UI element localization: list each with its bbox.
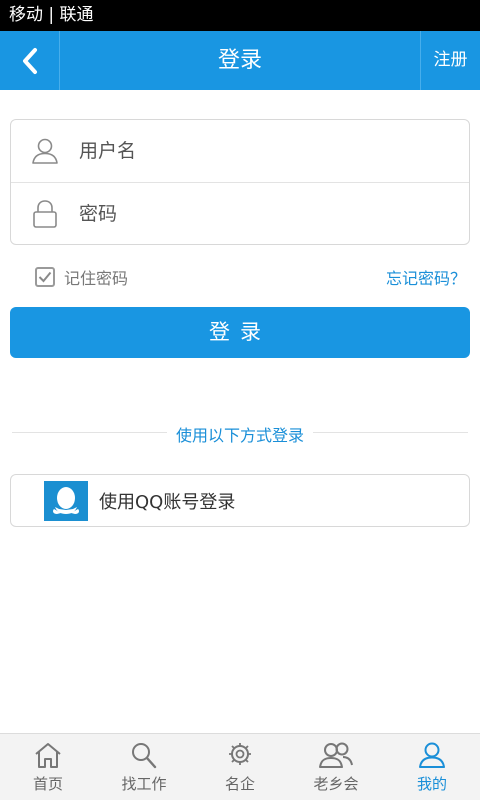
tab-label: 首页 [32,775,63,793]
alt-login-label: 使用以下方式登录 [166,426,313,445]
user-icon [11,137,79,165]
people-icon [319,742,353,768]
password-row [11,182,469,244]
check-icon [38,271,52,283]
register-button[interactable]: 注册 [420,31,480,90]
tab-mine[interactable]: 我的 [384,734,480,800]
chevron-left-icon [22,47,37,74]
remember-checkbox[interactable] [35,267,55,287]
login-button[interactable]: 登录 [10,307,470,358]
tab-label: 我的 [416,775,447,793]
password-input[interactable] [79,202,439,225]
tab-companies[interactable]: 名企 [192,734,288,800]
tab-bar: 首页 找工作 名企 老乡会 我的 [0,733,480,800]
nav-bar: 登录 注册 [0,31,480,90]
page-title: 登录 [217,48,262,73]
login-form [10,119,470,245]
tab-label: 老乡会 [313,775,359,793]
qq-login-label: 使用QQ账号登录 [99,491,236,513]
remember-password[interactable]: 记住密码 [35,265,128,289]
tab-find-job[interactable]: 找工作 [96,734,192,800]
alt-login-divider: 使用以下方式登录 [0,422,480,446]
user-icon [419,742,445,768]
forgot-password-link[interactable]: 忘记密码？ [386,265,466,289]
remember-label: 记住密码 [64,269,129,288]
status-bar: 移动 | 联通 [0,0,480,31]
lock-icon [11,199,79,229]
tab-label: 找工作 [121,775,167,793]
username-row [11,120,469,182]
qq-login-button[interactable]: 使用QQ账号登录 [10,474,470,527]
tab-hometown[interactable]: 老乡会 [288,734,384,800]
back-button[interactable] [0,31,60,90]
username-input[interactable] [79,140,439,162]
badge-icon [229,743,251,765]
carrier-label: 移动 | 联通 [9,5,94,25]
home-icon [35,743,61,768]
qq-penguin-icon [44,480,88,521]
tab-home[interactable]: 首页 [0,734,96,800]
tab-label: 名企 [224,775,255,793]
search-icon [132,743,157,769]
